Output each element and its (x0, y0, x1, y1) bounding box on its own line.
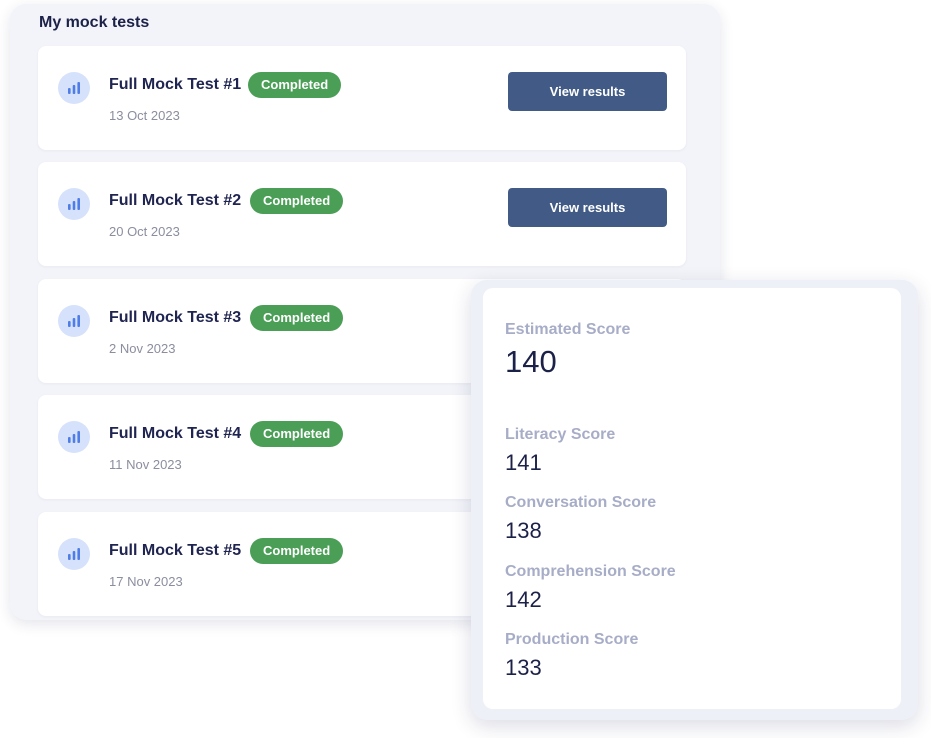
literacy-score-label: Literacy Score (505, 426, 616, 443)
score-card-body: Estimated Score 140 Literacy Score 141 C… (483, 288, 901, 709)
test-card: Full Mock Test #1 13 Oct 2023 Completed … (38, 46, 686, 150)
view-results-button[interactable]: View results (508, 72, 667, 111)
status-badge: Completed (248, 72, 342, 98)
status-badge: Completed (250, 421, 344, 447)
test-date: 2 Nov 2023 (109, 341, 176, 356)
estimated-score-label: Estimated Score (505, 321, 631, 338)
test-date: 17 Nov 2023 (109, 574, 183, 589)
conversation-score-label: Conversation Score (505, 494, 657, 511)
conversation-score-value: 138 (505, 518, 542, 543)
status-badge: Completed (250, 188, 344, 214)
production-score-label: Production Score (505, 631, 639, 648)
bar-chart-icon (58, 188, 90, 220)
panel-title: My mock tests (39, 14, 150, 31)
stage: My mock tests Full Mock Test #1 13 Oct 2… (0, 0, 931, 738)
bar-chart-icon (58, 72, 90, 104)
test-card: Full Mock Test #2 20 Oct 2023 Completed … (38, 162, 686, 266)
bar-chart-icon (58, 305, 90, 337)
test-title: Full Mock Test #2 (109, 192, 242, 209)
test-title: Full Mock Test #3 (109, 309, 242, 326)
production-score-value: 133 (505, 655, 542, 680)
test-title: Full Mock Test #1 (109, 76, 242, 93)
test-date: 13 Oct 2023 (109, 108, 180, 123)
test-title: Full Mock Test #5 (109, 542, 242, 559)
bar-chart-icon (58, 538, 90, 570)
bar-chart-icon (58, 421, 90, 453)
estimated-score-value: 140 (505, 344, 557, 379)
literacy-score-value: 141 (505, 450, 542, 475)
status-badge: Completed (250, 305, 344, 331)
status-badge: Completed (250, 538, 344, 564)
view-results-button[interactable]: View results (508, 188, 667, 227)
comprehension-score-value: 142 (505, 587, 542, 612)
comprehension-score-label: Comprehension Score (505, 563, 676, 580)
score-card: Estimated Score 140 Literacy Score 141 C… (471, 280, 918, 720)
test-title: Full Mock Test #4 (109, 425, 242, 442)
test-date: 20 Oct 2023 (109, 224, 180, 239)
test-date: 11 Nov 2023 (109, 457, 182, 472)
